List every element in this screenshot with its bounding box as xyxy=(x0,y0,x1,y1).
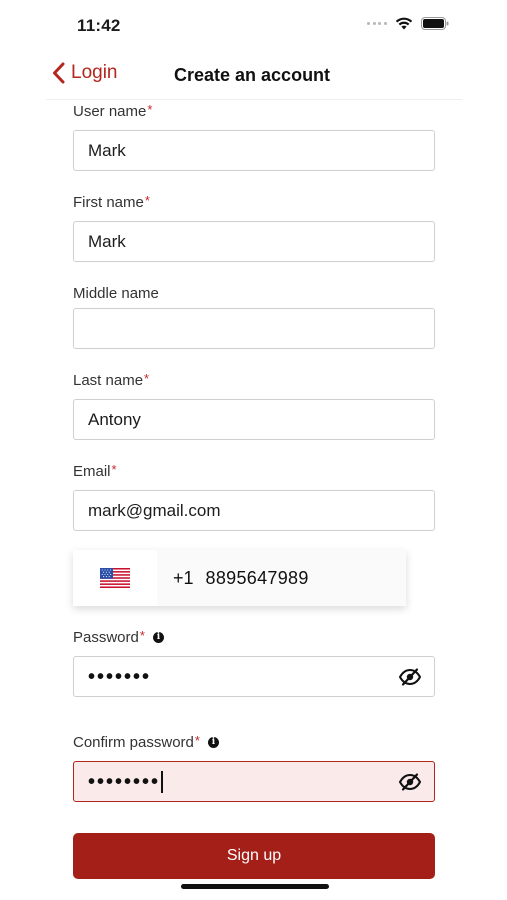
battery-icon xyxy=(421,17,449,30)
dial-code: +1 xyxy=(173,567,194,588)
us-flag-icon xyxy=(100,568,130,588)
status-time: 11:42 xyxy=(77,16,121,35)
navigation-bar: Login Create an account xyxy=(46,50,462,100)
username-label-text: User name xyxy=(73,103,147,120)
status-bar: 11:42 xyxy=(0,0,507,50)
back-label: Login xyxy=(71,62,118,83)
status-icons xyxy=(367,17,449,30)
confirm-password-field[interactable]: •••••••• xyxy=(73,761,435,802)
username-label: User name * xyxy=(73,102,153,120)
confirm-password-label-text: Confirm password xyxy=(73,734,194,751)
first-name-label: First name * xyxy=(73,193,150,211)
confirm-password-value: •••••••• xyxy=(88,770,161,793)
email-label-text: Email xyxy=(73,463,111,480)
password-field[interactable]: ••••••• xyxy=(73,656,435,697)
username-field[interactable]: Mark xyxy=(73,130,435,171)
country-picker[interactable] xyxy=(73,550,157,606)
first-name-label-text: First name xyxy=(73,194,144,211)
required-marker: * xyxy=(147,102,153,117)
page-title: Create an account xyxy=(174,65,331,85)
required-marker: * xyxy=(144,193,150,208)
last-name-label: Last name * xyxy=(73,371,150,389)
required-marker: * xyxy=(139,628,145,643)
info-icon[interactable]: i xyxy=(152,632,164,643)
password-value: ••••••• xyxy=(88,665,152,688)
cellular-signal-icon xyxy=(367,18,387,30)
sign-up-button[interactable]: Sign up xyxy=(73,833,435,879)
email-value: mark@gmail.com xyxy=(88,500,221,520)
required-marker: * xyxy=(144,371,150,386)
phone-field: +1 8895647989 xyxy=(73,550,406,606)
email-label: Email * xyxy=(73,462,117,480)
eye-slash-icon[interactable] xyxy=(398,772,422,797)
username-value: Mark xyxy=(88,140,126,160)
required-marker: * xyxy=(194,733,200,748)
back-button[interactable]: Login xyxy=(52,62,118,84)
middle-name-label-text: Middle name xyxy=(73,285,159,302)
first-name-field[interactable]: Mark xyxy=(73,221,435,262)
last-name-value: Antony xyxy=(88,409,141,429)
required-marker: * xyxy=(111,462,117,477)
middle-name-label: Middle name xyxy=(73,285,159,302)
text-cursor xyxy=(161,770,164,793)
chevron-left-icon xyxy=(53,62,65,84)
last-name-field[interactable]: Antony xyxy=(73,399,435,440)
home-indicator xyxy=(181,884,329,889)
password-label: Password * i xyxy=(73,628,164,646)
phone-number-input[interactable]: 8895647989 xyxy=(206,568,309,589)
middle-name-field[interactable] xyxy=(73,308,435,349)
last-name-label-text: Last name xyxy=(73,372,144,389)
info-icon[interactable]: i xyxy=(207,737,219,748)
confirm-password-label: Confirm password * i xyxy=(73,733,219,751)
wifi-icon xyxy=(395,17,413,30)
first-name-value: Mark xyxy=(88,231,126,251)
eye-slash-icon[interactable] xyxy=(398,667,422,692)
password-label-text: Password xyxy=(73,629,139,646)
email-field[interactable]: mark@gmail.com xyxy=(73,490,435,531)
